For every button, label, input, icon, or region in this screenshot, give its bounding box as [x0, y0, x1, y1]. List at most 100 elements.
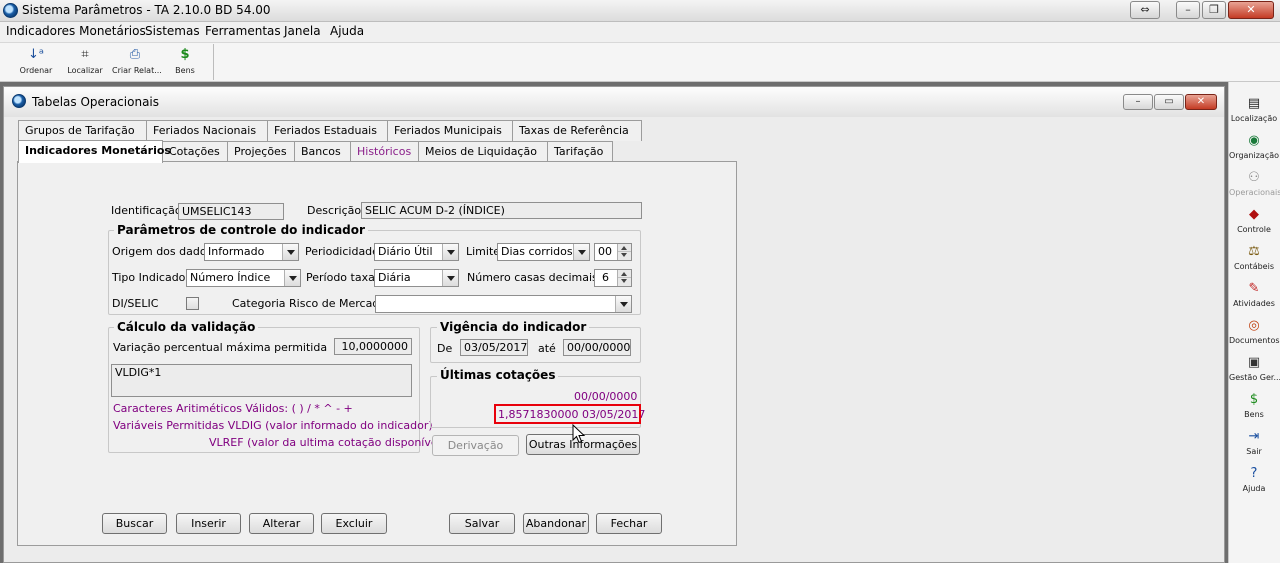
tab-feriados-nacionais[interactable]: Feriados Nacionais — [146, 120, 268, 141]
buscar-button[interactable]: Buscar — [102, 513, 167, 534]
chevron-down-icon[interactable] — [284, 270, 300, 286]
tab-meios-liquidacao[interactable]: Meios de Liquidação — [418, 141, 548, 162]
chevron-down-icon[interactable] — [442, 270, 458, 286]
window-title-bar: Tabelas Operacionais – ▭ ✕ — [4, 87, 1224, 117]
sidebar-item-sair[interactable]: ⇥ Sair — [1229, 429, 1279, 465]
spinner — [617, 244, 631, 260]
diselic-label: DI/SELIC — [112, 297, 159, 310]
descricao-field[interactable]: SELIC ACUM D-2 (ÍNDICE) — [361, 202, 642, 219]
variacao-label: Variação percentual máxima permitida — [113, 341, 328, 354]
find-icon: ⌗ — [81, 47, 89, 62]
gestao-icon: ▣ — [1247, 355, 1261, 370]
spin-down-icon[interactable] — [618, 252, 631, 260]
menu-ferramentas[interactable]: Ferramentas — [205, 24, 281, 38]
ultima-cotacao-line1: 00/00/0000 — [574, 390, 638, 403]
casas-decimais-stepper[interactable]: 6 — [594, 269, 632, 287]
origem-select[interactable]: Informado — [204, 243, 299, 261]
spin-down-icon[interactable] — [618, 278, 631, 286]
categoria-risco-label: Categoria Risco de Mercado — [232, 297, 387, 310]
sidebar-item-contabeis[interactable]: ⚖ Contábeis — [1229, 244, 1279, 280]
restore-arrows-icon[interactable]: ⇔ — [1130, 1, 1160, 19]
controle-icon: ◆ — [1249, 207, 1259, 222]
close-button[interactable]: ✕ — [1228, 1, 1274, 19]
operacionais-icon: ⚇ — [1248, 170, 1260, 185]
sidebar-item-organizacao[interactable]: ◉ Organização — [1229, 133, 1279, 169]
tipo-indicador-select[interactable]: Número Índice — [186, 269, 301, 287]
tab-historicos[interactable]: Históricos — [350, 141, 419, 162]
derivacao-button[interactable]: Derivação — [432, 435, 519, 456]
chevron-down-icon[interactable] — [282, 244, 298, 260]
tab-feriados-municipais[interactable]: Feriados Municipais — [387, 120, 513, 141]
menu-janela[interactable]: Janela — [284, 24, 321, 38]
caracteres-text: Caracteres Aritiméticos Válidos: ( ) / *… — [113, 402, 353, 415]
limite-stepper[interactable]: 00 — [594, 243, 632, 261]
periodicidade-label: Periodicidade — [305, 245, 379, 258]
app-icon — [3, 3, 18, 18]
chevron-down-icon[interactable] — [615, 296, 631, 312]
chevron-down-icon[interactable] — [573, 244, 589, 260]
window-title: Tabelas Operacionais — [32, 95, 160, 109]
sidebar-item-label: Atividades — [1233, 299, 1275, 308]
sidebar-item-documentos[interactable]: ◎ Documentos — [1229, 318, 1280, 354]
alterar-button[interactable]: Alterar — [249, 513, 314, 534]
periodo-taxa-select[interactable]: Diária — [374, 269, 459, 287]
fechar-button[interactable]: Fechar — [596, 513, 662, 534]
parametros-title: Parâmetros de controle do indicador — [114, 223, 368, 237]
limite-select[interactable]: Dias corridos — [497, 243, 590, 261]
tab-feriados-estaduais[interactable]: Feriados Estaduais — [267, 120, 388, 141]
tab-bancos[interactable]: Bancos — [294, 141, 351, 162]
tab-taxas-referencia[interactable]: Taxas de Referência — [512, 120, 642, 141]
menu-indicadores[interactable]: Indicadores Monetários — [6, 24, 146, 38]
chevron-down-icon[interactable] — [442, 244, 458, 260]
categoria-risco-select[interactable] — [375, 295, 632, 313]
bens-button[interactable]: $ Bens — [162, 47, 208, 81]
tab-tarifacao[interactable]: Tarifação — [547, 141, 613, 162]
maximize-button[interactable]: ❐ — [1202, 1, 1226, 19]
variacao-field[interactable]: 10,0000000 — [334, 338, 412, 355]
sort-icon: ↓ᵃ — [28, 47, 44, 62]
periodicidade-select[interactable]: Diário Útil — [374, 243, 459, 261]
ordenar-button[interactable]: ↓ᵃ Ordenar — [13, 47, 59, 81]
sidebar-item-bens[interactable]: $ Bens — [1229, 392, 1279, 428]
vigencia-ate-field[interactable]: 00/00/0000 — [563, 339, 631, 356]
criar-relatorio-button[interactable]: ⎙ Criar Relat... — [112, 47, 162, 81]
tab-projecoes[interactable]: Projeções — [227, 141, 295, 162]
sidebar-item-label: Organização — [1229, 151, 1280, 160]
menu-sistemas[interactable]: Sistemas — [145, 24, 200, 38]
diselic-checkbox[interactable] — [186, 297, 199, 310]
sidebar-item-operacionais[interactable]: ⚇ Operacionais — [1229, 170, 1280, 206]
sidebar-item-localizacao[interactable]: ▤ Localização — [1229, 96, 1279, 132]
excluir-button[interactable]: Excluir — [321, 513, 387, 534]
contabeis-icon: ⚖ — [1248, 244, 1260, 259]
periodo-taxa-label: Período taxa — [306, 271, 375, 284]
sidebar-item-label: Bens — [1244, 410, 1264, 419]
spin-up-icon[interactable] — [618, 244, 631, 252]
window-close-button[interactable]: ✕ — [1185, 94, 1217, 110]
inserir-button[interactable]: Inserir — [176, 513, 241, 534]
tab-indicadores-monetarios[interactable]: Indicadores Monetários — [18, 140, 171, 163]
window-icon — [12, 94, 26, 108]
identificacao-field[interactable]: UMSELIC143 — [178, 203, 284, 220]
sidebar-item-gestao[interactable]: ▣ Gestão Ger... — [1229, 355, 1280, 391]
tab-grupos-tarifacao[interactable]: Grupos de Tarifação — [18, 120, 147, 141]
minimize-button[interactable]: – — [1176, 1, 1200, 19]
printer-icon: ⎙ — [129, 47, 141, 62]
sidebar-item-atividades[interactable]: ✎ Atividades — [1229, 281, 1279, 317]
formula-field[interactable]: VLDIG*1 — [111, 364, 412, 397]
menu-ajuda[interactable]: Ajuda — [330, 24, 364, 38]
localizar-button[interactable]: ⌗ Localizar — [62, 47, 108, 81]
salvar-button[interactable]: Salvar — [449, 513, 515, 534]
vldig-text: Variáveis Permitidas VLDIG (valor inform… — [113, 419, 433, 432]
sidebar-item-ajuda[interactable]: ? Ajuda — [1229, 466, 1279, 502]
tab-cotacoes[interactable]: Cotações — [162, 141, 228, 162]
vigencia-de-label: De — [437, 342, 453, 355]
casas-decimais-label: Número casas decimais — [467, 271, 598, 284]
window-minimize-button[interactable]: – — [1123, 94, 1153, 110]
spin-up-icon[interactable] — [618, 270, 631, 278]
localizacao-icon: ▤ — [1247, 96, 1261, 111]
window-maximize-button[interactable]: ▭ — [1154, 94, 1184, 110]
sidebar-item-controle[interactable]: ◆ Controle — [1229, 207, 1279, 243]
vigencia-title: Vigência do indicador — [437, 320, 590, 334]
abandonar-button[interactable]: Abandonar — [523, 513, 589, 534]
vigencia-de-field[interactable]: 03/05/2017 — [460, 339, 528, 356]
